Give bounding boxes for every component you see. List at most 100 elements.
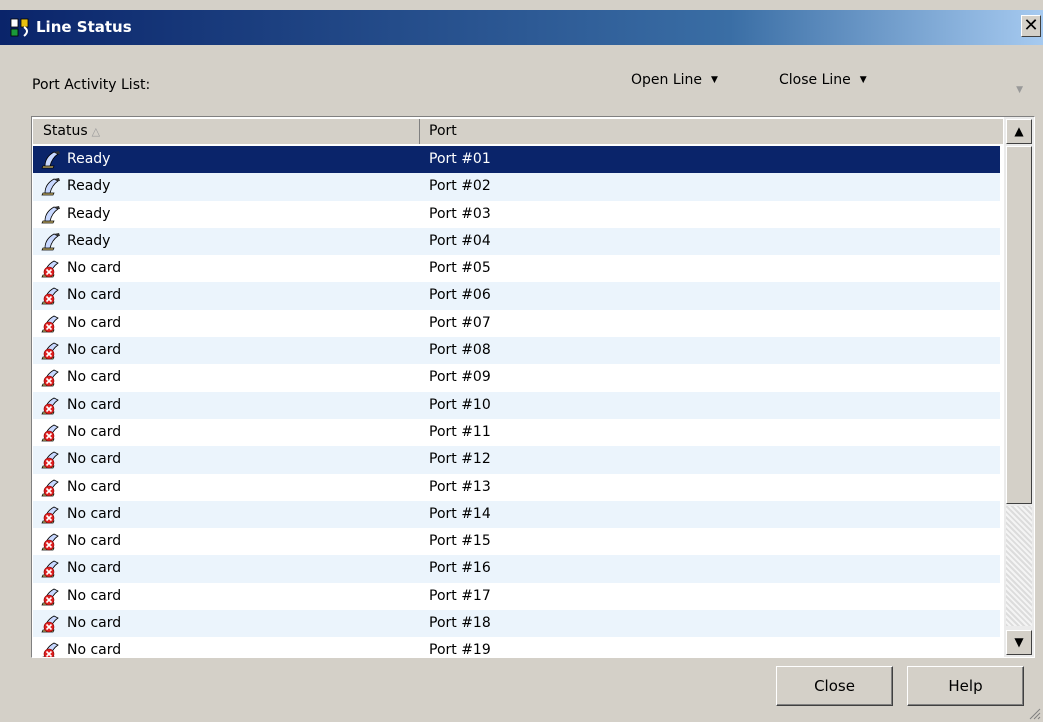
row-status: No card	[67, 314, 122, 331]
window-title: Line Status	[36, 18, 132, 36]
row-status: No card	[67, 287, 122, 304]
phone-no-card-icon	[39, 477, 61, 498]
row-status: No card	[67, 451, 122, 468]
phone-no-card-icon	[39, 586, 61, 607]
table-row[interactable]: No card Port #06	[33, 282, 1000, 310]
row-status: No card	[67, 396, 122, 413]
table-row[interactable]: No card Port #08	[33, 337, 1000, 365]
table-row[interactable]: No card Port #07	[33, 310, 1000, 337]
overflow-chevron-icon[interactable]: ▼	[1016, 85, 1023, 95]
row-port: Port #10	[429, 396, 491, 413]
table-row[interactable]: No card Port #13	[33, 474, 1000, 501]
row-status: No card	[67, 478, 122, 495]
phone-no-card-icon	[39, 613, 61, 634]
line-status-icon	[10, 18, 29, 37]
resize-grip-icon[interactable]	[1029, 708, 1041, 720]
phone-ready-icon	[39, 204, 61, 225]
row-status: No card	[67, 587, 122, 604]
table-row[interactable]: No card Port #17	[33, 583, 1000, 610]
row-status: Ready	[67, 205, 111, 222]
scroll-thumb[interactable]	[1006, 146, 1032, 504]
row-port: Port #17	[429, 587, 491, 604]
table-row[interactable]: Ready Port #01	[33, 146, 1000, 174]
table-row[interactable]: Ready Port #03	[33, 201, 1000, 228]
open-line-menu[interactable]: Open Line ▼	[631, 70, 718, 90]
row-status: No card	[67, 642, 122, 658]
scroll-track[interactable]	[1006, 506, 1032, 626]
row-status: No card	[67, 615, 122, 632]
column-header-port-label: Port	[429, 123, 457, 139]
row-status: No card	[67, 533, 122, 550]
scroll-up-icon: ▲	[1014, 124, 1024, 138]
title-bar: Line Status ✕	[0, 10, 1043, 45]
table-row[interactable]: No card Port #16	[33, 555, 1000, 583]
close-button[interactable]: Close	[776, 666, 893, 706]
table-row[interactable]: No card Port #05	[33, 255, 1000, 282]
phone-no-card-icon	[39, 504, 61, 525]
close-line-menu[interactable]: Close Line ▼	[779, 70, 867, 90]
dropdown-caret-icon: ▼	[711, 75, 718, 85]
row-port: Port #03	[429, 205, 491, 222]
row-status: Ready	[67, 178, 111, 195]
column-header-status-label: Status	[43, 123, 88, 139]
table-row[interactable]: No card Port #10	[33, 391, 1000, 419]
column-header-status[interactable]: Status △	[33, 119, 420, 144]
phone-no-card-icon	[39, 258, 61, 279]
phone-ready-icon	[39, 149, 61, 170]
list-header: Status △ Port	[33, 119, 1003, 144]
phone-ready-icon	[39, 176, 61, 197]
row-status: No card	[67, 369, 122, 386]
window-close-button[interactable]: ✕	[1021, 15, 1041, 37]
row-port: Port #11	[429, 423, 491, 440]
table-row[interactable]: No card Port #14	[33, 500, 1000, 529]
phone-no-card-icon	[39, 449, 61, 470]
row-port: Port #12	[429, 451, 491, 468]
row-status: No card	[67, 505, 122, 522]
row-port: Port #09	[429, 369, 491, 386]
row-port: Port #19	[429, 642, 491, 658]
row-port: Port #02	[429, 178, 491, 195]
row-port: Port #16	[429, 560, 491, 577]
list-rows: Ready Port #01 Ready Port #02 Ready Port #03 R…	[33, 146, 1000, 658]
port-activity-list[interactable]: Status △ Port Ready Port #01 Ready Port #02 R…	[31, 116, 1035, 658]
table-row[interactable]: No card Port #18	[33, 610, 1000, 638]
open-line-label: Open Line	[631, 72, 703, 88]
row-status: Ready	[67, 151, 111, 167]
row-port: Port #13	[429, 478, 491, 495]
row-status: No card	[67, 560, 122, 577]
row-port: Port #08	[429, 342, 491, 359]
scroll-down-button[interactable]: ▼	[1006, 630, 1032, 655]
phone-no-card-icon	[39, 640, 61, 657]
row-port: Port #15	[429, 533, 491, 550]
row-status: No card	[67, 342, 122, 359]
scroll-down-icon: ▼	[1014, 635, 1024, 649]
table-row[interactable]: No card Port #19	[33, 637, 1000, 658]
row-status: No card	[67, 260, 122, 277]
table-row[interactable]: Ready Port #04	[33, 227, 1000, 256]
table-row[interactable]: Ready Port #02	[33, 173, 1000, 201]
vertical-scrollbar[interactable]: ▲ ▼	[1004, 117, 1034, 657]
row-port: Port #07	[429, 314, 491, 331]
table-row[interactable]: No card Port #11	[33, 419, 1000, 446]
dropdown-caret-icon: ▼	[859, 75, 867, 85]
row-port: Port #05	[429, 260, 491, 277]
row-port: Port #01	[429, 151, 491, 167]
phone-no-card-icon	[39, 422, 61, 443]
row-status: No card	[67, 423, 122, 440]
column-header-port[interactable]: Port	[420, 119, 1003, 144]
close-line-label: Close Line	[779, 72, 851, 88]
close-icon: ✕	[1023, 15, 1039, 36]
row-port: Port #04	[429, 232, 491, 249]
table-row[interactable]: No card Port #09	[33, 364, 1000, 391]
phone-no-card-icon	[39, 558, 61, 579]
sort-ascending-icon: △	[91, 125, 101, 138]
scroll-up-button[interactable]: ▲	[1006, 119, 1032, 144]
table-row[interactable]: No card Port #12	[33, 446, 1000, 474]
phone-no-card-icon	[39, 531, 61, 552]
row-port: Port #14	[429, 505, 491, 522]
help-button[interactable]: Help	[907, 666, 1024, 706]
row-port: Port #18	[429, 615, 491, 632]
phone-no-card-icon	[39, 285, 61, 306]
port-activity-label: Port Activity List:	[32, 77, 151, 93]
table-row[interactable]: No card Port #15	[33, 528, 1000, 555]
